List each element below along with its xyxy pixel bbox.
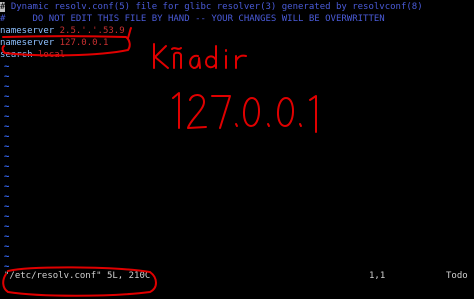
status-bar: "/etc/resolv.conf" 5L, 210C 1,1 Todo [0, 271, 474, 283]
empty-line-tilde: ~ [4, 142, 10, 152]
empty-line-tilde: ~ [4, 172, 10, 182]
config-line-nameserver-1: nameserver 2.5.'.'.53.9 [0, 26, 125, 36]
empty-line-tilde: ~ [4, 152, 10, 162]
empty-line-tilde: ~ [4, 102, 10, 112]
empty-line-tilde: ~ [4, 202, 10, 212]
empty-line-tilde: ~ [4, 112, 10, 122]
comment-line-1: # Dynamic resolv.conf(5) file for glibc … [0, 2, 423, 12]
config-line-search: search local [0, 50, 65, 60]
config-key: nameserver [0, 38, 55, 48]
config-key: search [0, 50, 33, 60]
empty-line-tilde: ~ [4, 252, 10, 262]
empty-line-tilde: ~ [4, 72, 10, 82]
handwritten-ip [172, 92, 317, 133]
config-value: 127.0.0.1 [59, 38, 109, 48]
file-info: "/etc/resolv.conf" 5L, 210C [4, 271, 151, 281]
empty-line-tilde: ~ [4, 162, 10, 172]
empty-line-tilde: ~ [4, 132, 10, 142]
scroll-indicator: Todo [446, 271, 468, 281]
handwritten-word [153, 43, 247, 69]
cursor-position: 1,1 [369, 271, 386, 281]
empty-line-tilde: ~ [4, 242, 10, 252]
empty-line-tilde: ~ [4, 122, 10, 132]
comment-line-2: # DO NOT EDIT THIS FILE BY HAND -- YOUR … [0, 14, 385, 24]
empty-line-tilde: ~ [4, 92, 10, 102]
config-value: local [37, 50, 66, 60]
empty-line-tilde: ~ [4, 82, 10, 92]
empty-line-tilde: ~ [4, 192, 10, 202]
config-line-nameserver-2: nameserver 127.0.0.1 [0, 38, 108, 48]
empty-line-tilde: ~ [4, 182, 10, 192]
empty-line-tilde: ~ [4, 232, 10, 242]
empty-line-tilde: ~ [4, 212, 10, 222]
config-key: nameserver [0, 26, 55, 36]
comment-text-1: Dynamic resolv.conf(5) file for glibc re… [5, 2, 423, 12]
annotation-connector [127, 27, 132, 39]
config-value: 2.5.'.'.53.9 [59, 26, 125, 36]
empty-line-tilde: ~ [4, 62, 10, 72]
empty-line-tilde: ~ [4, 222, 10, 232]
terminal-vim-screen[interactable]: # Dynamic resolv.conf(5) file for glibc … [0, 0, 474, 299]
